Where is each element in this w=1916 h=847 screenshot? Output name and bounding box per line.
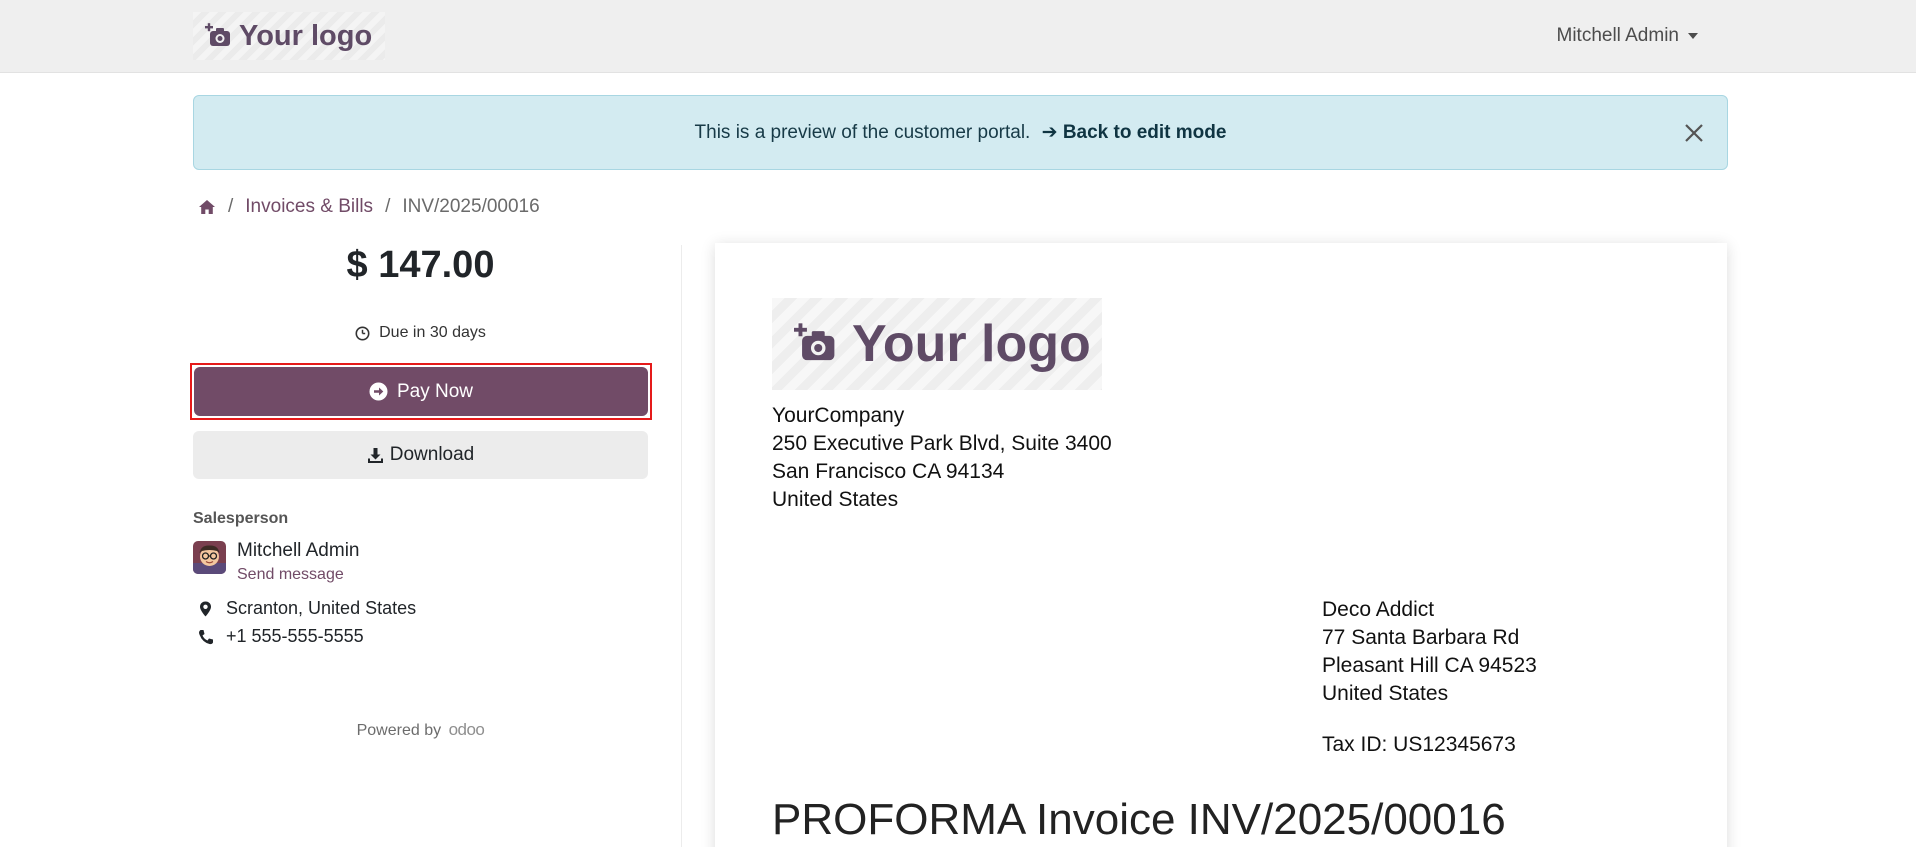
download-button[interactable]: Download: [193, 431, 648, 479]
document-logo: Your logo: [772, 298, 1102, 390]
camera-plus-icon: [205, 23, 230, 46]
clock-icon: [355, 326, 370, 340]
breadcrumb-invoices-bills[interactable]: Invoices & Bills: [245, 196, 373, 218]
breadcrumb: / Invoices & Bills / INV/2025/00016: [198, 196, 540, 218]
due-info: Due in 30 days: [193, 324, 648, 342]
camera-plus-icon: [794, 323, 835, 361]
user-menu-dropdown[interactable]: Mitchell Admin: [1556, 25, 1698, 47]
back-link-label: Back to edit mode: [1062, 122, 1227, 143]
logo-text: Your logo: [239, 19, 373, 52]
phone-icon: [199, 629, 213, 644]
customer-street: 77 Santa Barbara Rd: [1322, 626, 1520, 649]
customer-name: Deco Addict: [1322, 598, 1435, 621]
customer-address: Deco Addict 77 Santa Barbara Rd Pleasant…: [1322, 596, 1537, 708]
alert-message: This is a preview of the customer portal…: [694, 121, 1031, 143]
invoice-title: PROFORMA Invoice INV/2025/00016: [772, 795, 1506, 844]
salesperson-name: Mitchell Admin: [237, 540, 360, 561]
avatar: [193, 541, 226, 574]
powered-by-text: Powered by: [356, 722, 442, 739]
company-country: United States: [772, 488, 899, 511]
breadcrumb-separator: /: [228, 196, 234, 217]
invoice-amount: $ 147.00: [346, 244, 495, 286]
customer-city: Pleasant Hill CA 94523: [1322, 654, 1537, 677]
breadcrumb-current-invoice: INV/2025/00016: [402, 196, 540, 217]
company-name: YourCompany: [772, 404, 905, 427]
pay-now-highlight: Pay Now: [190, 363, 652, 420]
breadcrumb-separator: /: [385, 196, 391, 217]
salesperson-location: Scranton, United States: [193, 598, 416, 619]
map-marker-icon: [200, 601, 211, 616]
header-logo[interactable]: Your logo: [193, 12, 385, 60]
salesperson-phone: +1 555-555-5555: [193, 626, 364, 647]
arrow-right-icon: ➔: [1041, 122, 1058, 143]
download-label: Download: [389, 444, 475, 465]
phone-text: +1 555-555-5555: [226, 626, 364, 646]
close-icon[interactable]: [1681, 120, 1707, 146]
document-logo-text: Your logo: [852, 315, 1091, 373]
download-icon: [367, 447, 383, 463]
company-street: 250 Executive Park Blvd, Suite 3400: [772, 432, 1112, 455]
due-text: Due in 30 days: [379, 324, 486, 341]
top-navbar: Your logo Mitchell Admin: [0, 0, 1916, 73]
invoice-document: Your logo YourCompany 250 Executive Park…: [715, 243, 1727, 847]
customer-country: United States: [1322, 682, 1449, 705]
salesperson-heading: Salesperson: [193, 510, 289, 527]
company-address: YourCompany 250 Executive Park Blvd, Sui…: [772, 402, 1112, 514]
home-icon[interactable]: [198, 198, 216, 216]
arrow-circle-right-icon: [369, 382, 388, 401]
portal-preview-alert: This is a preview of the customer portal…: [193, 95, 1728, 170]
powered-by: Powered by odoo: [193, 720, 648, 740]
send-message-link[interactable]: Send message: [237, 566, 344, 584]
customer-tax-id: Tax ID: US12345673: [1322, 733, 1516, 756]
column-divider: [681, 245, 682, 847]
location-text: Scranton, United States: [226, 598, 417, 618]
chevron-down-icon: [1688, 33, 1698, 39]
odoo-logo[interactable]: odoo: [449, 720, 485, 739]
user-name: Mitchell Admin: [1556, 25, 1680, 46]
pay-now-label: Pay Now: [396, 380, 474, 402]
back-to-edit-mode-link[interactable]: ➔ Back to edit mode: [1036, 121, 1227, 144]
pay-now-button[interactable]: Pay Now: [194, 367, 648, 416]
company-city: San Francisco CA 94134: [772, 460, 1005, 483]
